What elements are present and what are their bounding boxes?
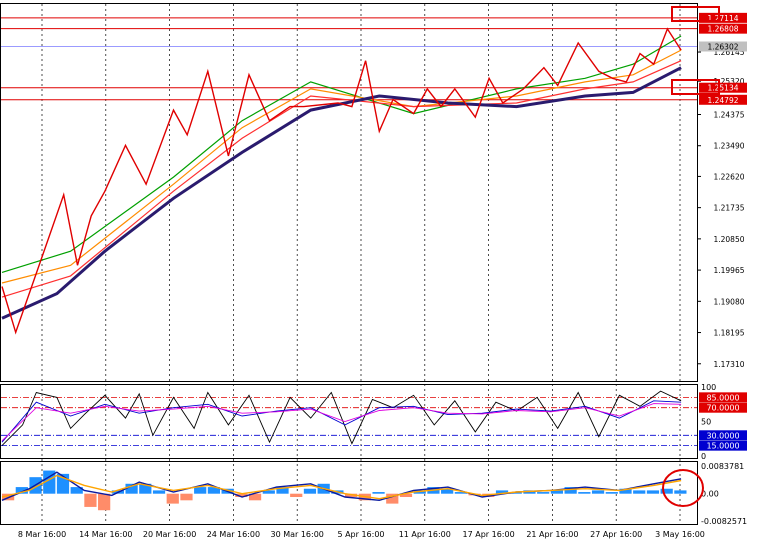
macd-histogram-bar	[372, 492, 385, 494]
price-level-tag-label: 1.24792	[707, 96, 738, 105]
price-tick-label: 1.19965	[713, 266, 744, 275]
time-axis-label: 3 May 16:00	[655, 530, 705, 539]
macd-histogram-bar	[591, 490, 605, 494]
macd-histogram-bar	[605, 492, 618, 494]
osc-level-tag-label: 70.0000	[706, 404, 739, 413]
price-level-tag-label: 1.26808	[707, 25, 738, 34]
osc-level-tag-label: 85.0000	[706, 393, 739, 402]
macd-histogram-bar	[646, 490, 660, 494]
macd-histogram-bar	[303, 488, 317, 494]
time-axis-label: 14 Mar 16:00	[79, 530, 132, 539]
osc-tick-label: 100	[701, 383, 716, 392]
price-panel-frame	[0, 3, 698, 382]
macd-tick-label: 0.0083781	[701, 462, 744, 471]
osc-level-tag-label: 30.0000	[706, 431, 739, 440]
macd-histogram-bar	[194, 487, 207, 494]
time-axis-label: 11 Apr 16:00	[399, 530, 451, 539]
price-tick-label: 1.18195	[713, 329, 744, 338]
time-axis-label: 17 Apr 16:00	[463, 530, 515, 539]
macd-histogram-bar	[537, 492, 550, 494]
osc-level-tag-label: 15.0000	[706, 442, 739, 451]
time-axis-label: 20 Mar 16:00	[143, 530, 196, 539]
bid-price-tag-label: 1.26302	[707, 43, 738, 52]
chart-window: 1.26145 1.25320 1.24375 1.23490 1.22620 1.217…	[0, 0, 770, 540]
time-axis-label: 24 Mar 16:00	[207, 530, 260, 539]
macd-histogram-bar	[633, 490, 646, 494]
price-tick-label: 1.17310	[713, 360, 744, 369]
price-tick-label: 1.24375	[713, 110, 744, 119]
price-tick-label: 1.19080	[713, 297, 744, 306]
macd-tick-label: -0.0082571	[701, 517, 747, 526]
time-axis-label: 27 Apr 16:00	[590, 530, 642, 539]
osc-tick-label: 50	[701, 418, 711, 427]
price-level-tag-label: 1.25134	[707, 84, 738, 93]
macd-histogram-bar	[152, 490, 166, 494]
macd-histogram-bar	[578, 492, 591, 494]
chart-canvas: 1.261451.253201.243751.234901.226201.217…	[0, 3, 747, 539]
price-tick-label: 1.22620	[713, 172, 744, 181]
macd-histogram-bar	[180, 493, 193, 501]
macd-histogram-bar	[290, 493, 303, 498]
price-tick-label: 1.20850	[713, 235, 744, 244]
time-axis-label: 5 Apr 16:00	[337, 530, 384, 539]
price-tick-label: 1.23490	[713, 142, 744, 151]
macd-histogram-bar	[674, 490, 687, 494]
macd-histogram-bar	[84, 493, 97, 507]
time-axis: 8 Mar 16:00 14 Mar 16:00 20 Mar 16:00 24 Ma…	[18, 530, 705, 539]
price-tick-label: 1.21735	[713, 204, 744, 213]
macd-histogram-bar	[98, 493, 111, 511]
time-axis-label: 21 Apr 16:00	[526, 530, 578, 539]
time-axis-label: 8 Mar 16:00	[18, 530, 66, 539]
time-axis-label: 30 Mar 16:00	[270, 530, 323, 539]
price-axis: 1.261451.253201.243751.234901.226201.217…	[697, 12, 747, 369]
macd-histogram-bar	[166, 493, 179, 504]
osc-tick-label: 0	[701, 452, 706, 461]
